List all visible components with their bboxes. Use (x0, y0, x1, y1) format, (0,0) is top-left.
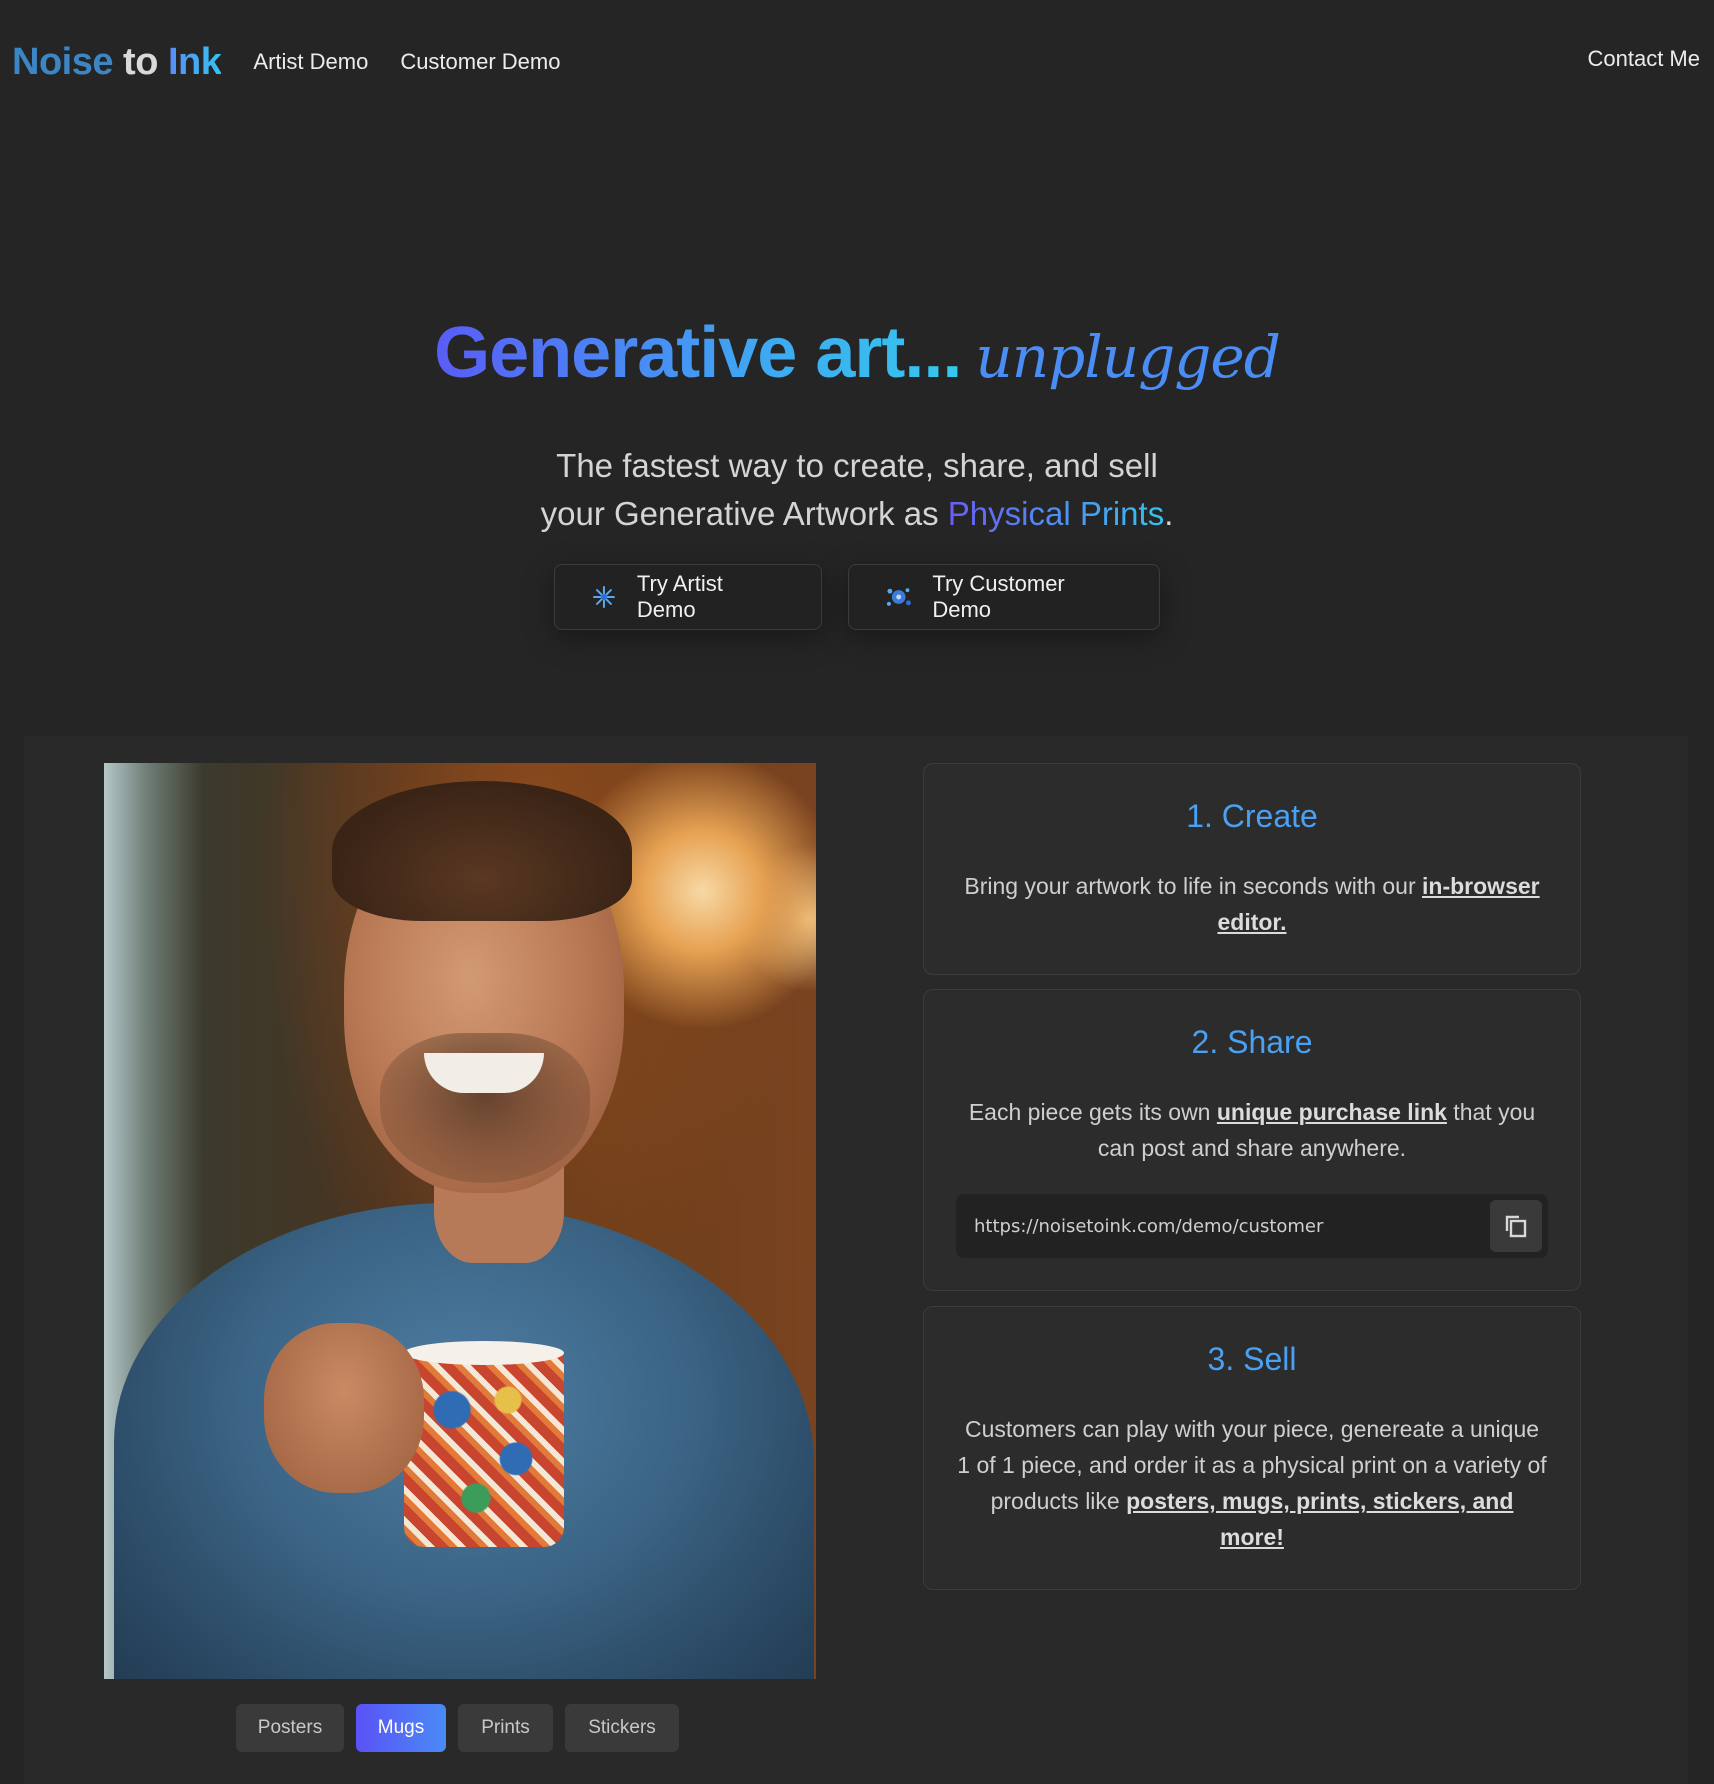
photo-mug (404, 1351, 564, 1547)
nav-link-contact[interactable]: Contact Me (1588, 46, 1701, 72)
try-customer-demo-label: Try Customer Demo (932, 571, 1065, 622)
step-title-sell: 3. Sell (1207, 1341, 1297, 1377)
logo[interactable]: Noise to Ink (12, 40, 222, 84)
top-nav: Noise to Ink Artist Demo Customer Demo C… (0, 0, 1714, 124)
features-section: Posters Mugs Prints Stickers 1. Create B… (24, 736, 1688, 1784)
tab-posters[interactable]: Posters (236, 1704, 344, 1752)
hero-subtitle-line1: The fastest way to create, share, and se… (556, 447, 1158, 484)
product-tabs: Posters Mugs Prints Stickers (236, 1704, 679, 1752)
products-link[interactable]: posters, mugs, prints, stickers, and mor… (1126, 1488, 1513, 1550)
copy-icon (1505, 1215, 1527, 1238)
nav-link-artist-demo[interactable]: Artist Demo (253, 49, 368, 75)
step-text-sell: Customers can play with your piece, gene… (956, 1411, 1548, 1555)
logo-word-to: to (123, 40, 158, 83)
step-card-create: 1. Create Bring your artwork to life in … (923, 763, 1581, 975)
hero-subtitle-period: . (1164, 495, 1174, 532)
step-title-create: 1. Create (1186, 798, 1318, 834)
step-text-share: Each piece gets its own unique purchase … (954, 1094, 1550, 1166)
hero-subtitle-highlight: Physical Prints (947, 495, 1165, 532)
tab-mugs[interactable]: Mugs (356, 1704, 446, 1752)
try-artist-demo-label: Try Artist Demo (636, 571, 723, 622)
photo-mug-rim (404, 1341, 564, 1365)
unique-purchase-link[interactable]: unique purchase link (1217, 1099, 1447, 1125)
copy-url-button[interactable] (1490, 1200, 1542, 1252)
sparkle-splash-icon (592, 586, 615, 608)
product-photo (104, 763, 816, 1679)
step-text-create-body: Bring your artwork to life in seconds wi… (964, 873, 1423, 899)
cta-row: Try Artist Demo Try Customer Demo (0, 564, 1714, 630)
tab-prints[interactable]: Prints (458, 1704, 553, 1752)
photo-hair (332, 781, 632, 921)
photo-hand (264, 1323, 424, 1493)
tab-stickers[interactable]: Stickers (565, 1704, 679, 1752)
step-text-create: Bring your artwork to life in seconds wi… (964, 868, 1540, 940)
hero-title-main: Generative art... (434, 313, 962, 393)
nav-link-customer-demo[interactable]: Customer Demo (400, 49, 560, 75)
step-card-sell: 3. Sell Customers can play with your pie… (923, 1306, 1581, 1590)
share-url-box: https://noisetoink.com/demo/customer (956, 1194, 1548, 1258)
logo-word-noise: Noise (12, 40, 113, 83)
logo-word-ink: Ink (167, 40, 222, 83)
hero-title-script: unplugged (975, 323, 1280, 391)
step-title-share: 2. Share (1191, 1024, 1313, 1060)
paint-splash-icon (886, 588, 911, 606)
step-card-share: 2. Share Each piece gets its own unique … (923, 989, 1581, 1291)
share-url-text[interactable]: https://noisetoink.com/demo/customer (956, 1216, 1490, 1237)
try-artist-demo-button[interactable]: Try Artist Demo (554, 564, 822, 630)
hero-title: Generative art... unplugged (0, 312, 1714, 394)
hero-subtitle-line2: your Generative Artwork as (540, 495, 948, 532)
try-customer-demo-button[interactable]: Try Customer Demo (848, 564, 1160, 630)
step-text-share-start: Each piece gets its own (968, 1099, 1217, 1125)
hero-subtitle: The fastest way to create, share, and se… (0, 442, 1714, 538)
